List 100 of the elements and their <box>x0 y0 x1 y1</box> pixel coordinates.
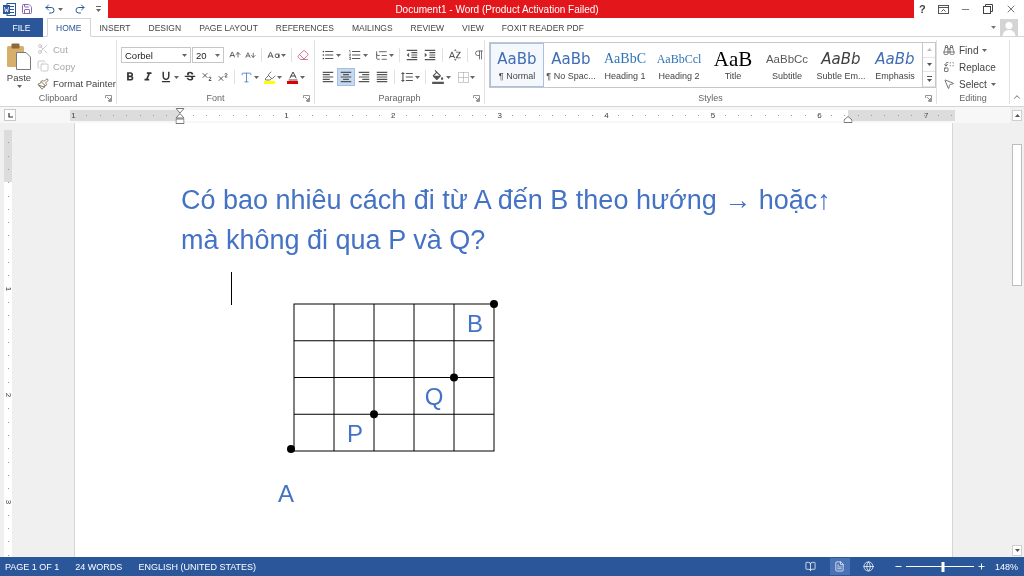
editing-command[interactable]: Find <box>943 42 996 58</box>
help-button[interactable]: ? <box>919 3 926 15</box>
zoom-slider-thumb[interactable] <box>941 561 945 572</box>
editing-command[interactable]: Select <box>943 76 996 92</box>
eraser-icon <box>297 49 309 61</box>
point-label: Q <box>424 383 444 410</box>
caret-icon <box>300 75 305 79</box>
scroll-up-icon <box>1014 114 1020 117</box>
clipboard-command[interactable]: Format Painter <box>37 75 116 92</box>
collapse-ribbon-icon <box>1012 92 1022 102</box>
caret-icon <box>58 7 63 11</box>
font-name-field[interactable]: Corbel <box>121 47 191 63</box>
subscript-icon <box>201 71 213 83</box>
style-item[interactable]: AaBbC Heading 1 <box>598 43 652 87</box>
paste-button[interactable]: Paste <box>4 40 34 92</box>
ruler-number: 6 <box>817 109 822 121</box>
point-dot <box>490 300 498 308</box>
caret-icon <box>281 53 286 57</box>
indent-marker-icon[interactable] <box>175 107 185 124</box>
ribbon-tab[interactable]: DESIGN <box>139 18 191 37</box>
ribbon-tab[interactable]: REFERENCES <box>266 18 343 37</box>
list-tree-icon <box>375 48 388 62</box>
dialog-launcher-icon[interactable] <box>473 94 480 102</box>
pointer-icon <box>943 78 955 90</box>
dialog-launcher-icon[interactable] <box>303 94 310 102</box>
group-label: Paragraph <box>378 93 421 103</box>
caret-icon <box>16 85 22 88</box>
tab-stop-icon <box>7 112 13 118</box>
shading-button[interactable] <box>429 68 453 86</box>
style-item[interactable]: AaBb ¶ No Spac... <box>544 43 598 87</box>
shrink-font-icon <box>245 49 256 61</box>
style-preview: AaBb <box>821 49 861 69</box>
ribbon-tab[interactable]: HOME <box>47 18 91 37</box>
point-dot <box>450 373 458 382</box>
borders-icon <box>458 71 469 83</box>
style-item[interactable]: AaBb Subtle Em... <box>814 43 868 87</box>
ribbon-tab[interactable]: MAILINGS <box>342 18 402 37</box>
ribbon-tab[interactable]: REVIEW <box>401 18 454 37</box>
ribbon-tab[interactable]: FILE <box>0 18 43 37</box>
word-count[interactable]: 24 WORDS <box>75 561 123 572</box>
group-label: Font <box>206 93 225 103</box>
style-preview: AaB <box>713 49 753 69</box>
more-icon <box>926 76 932 83</box>
style-item[interactable]: AaBbCc Subtitle <box>760 43 814 87</box>
tab-stop-selector[interactable] <box>4 109 16 121</box>
ruler-number: 3 <box>497 109 502 121</box>
font-size-field[interactable]: 20 <box>192 47 224 63</box>
ribbon-tab[interactable]: FOXIT READER PDF <box>492 18 593 37</box>
caret-icon[interactable] <box>991 25 996 29</box>
align-right-icon <box>357 70 371 84</box>
dialog-launcher-icon[interactable] <box>925 94 932 102</box>
caret-icon <box>415 75 420 79</box>
increase-indent-icon <box>423 48 437 62</box>
view-button[interactable] <box>829 558 850 575</box>
ruler-number: 5 <box>710 109 716 121</box>
binoculars-icon <box>943 44 955 56</box>
question-text: Có bao nhiêu cách đi từ A đến B theo hướng → hoặc↑ mà không đi qua P và Q? <box>181 184 832 257</box>
ruler-number: 2 <box>390 109 396 121</box>
scrollbar-thumb[interactable] <box>1012 144 1022 286</box>
style-preview: AaBb <box>875 49 915 69</box>
style-item[interactable]: AaBbCcl Heading 2 <box>652 43 706 87</box>
style-item[interactable]: AaBb ¶ Normal <box>490 43 544 87</box>
page-count[interactable]: PAGE 1 OF 1 <box>5 561 60 572</box>
redo-button[interactable] <box>74 1 86 17</box>
style-preview: AaBbC <box>604 50 646 68</box>
scroll-up-button[interactable] <box>1012 110 1022 121</box>
restore-icon[interactable] <box>983 4 994 14</box>
caret-icon <box>277 75 282 79</box>
scroll-down-button[interactable] <box>1012 545 1022 556</box>
globe-icon <box>863 561 875 572</box>
decrease-indent-icon <box>405 48 419 62</box>
zoom-in-button[interactable] <box>976 562 986 571</box>
style-item[interactable]: AaBb Emphasis <box>868 43 922 87</box>
scroll-down-icon <box>1014 549 1020 552</box>
editing-command[interactable]: Replace <box>943 59 996 75</box>
page-icon <box>834 561 846 572</box>
style-item[interactable]: AaB Title <box>706 43 760 87</box>
underline-icon <box>159 70 173 84</box>
align-button[interactable] <box>337 68 355 86</box>
zoom-level[interactable]: 148% <box>994 561 1018 572</box>
sort-icon <box>448 48 462 62</box>
caret-icon <box>215 53 220 57</box>
save-button[interactable] <box>21 1 33 17</box>
ribbon-tab[interactable]: INSERT <box>90 18 140 37</box>
app-icon[interactable] <box>3 2 16 16</box>
ribbon-tab[interactable]: PAGE LAYOUT <box>190 18 267 37</box>
ribbon-tab[interactable]: VIEW <box>453 18 493 37</box>
redo-icon <box>74 3 86 15</box>
caret-icon <box>336 53 341 57</box>
save-icon <box>21 3 33 15</box>
group-label: Clipboard <box>38 93 78 103</box>
point-dot <box>370 410 378 419</box>
caret-icon <box>174 75 179 79</box>
undo-icon <box>44 3 56 15</box>
ribbon-display-icon[interactable] <box>937 4 949 14</box>
superscript-icon <box>217 71 229 83</box>
dialog-launcher-icon[interactable] <box>105 94 112 102</box>
caret-icon <box>990 82 996 86</box>
undo-button[interactable] <box>44 1 63 17</box>
language-indicator[interactable]: ENGLISH (UNITED STATES) <box>138 561 257 572</box>
